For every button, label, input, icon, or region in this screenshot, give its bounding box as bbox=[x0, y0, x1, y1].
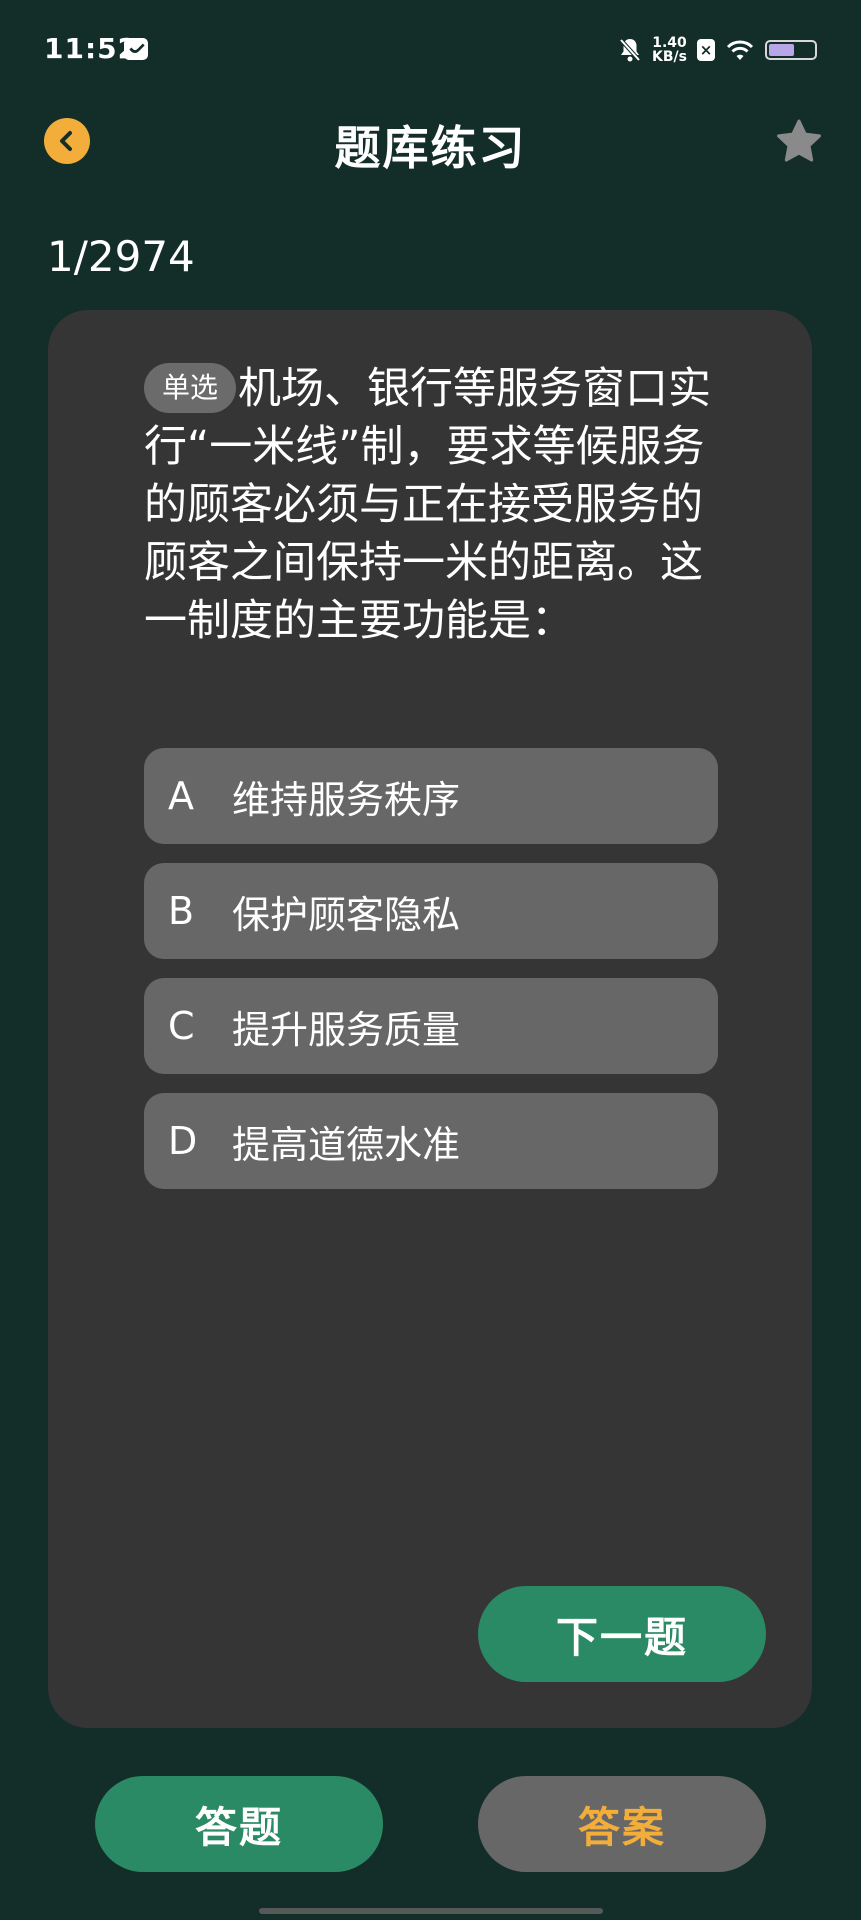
next-question-button[interactable]: 下一题 bbox=[478, 1586, 766, 1682]
option-c[interactable]: C 提升服务质量 bbox=[144, 978, 718, 1074]
page-title: 题库练习 bbox=[334, 121, 527, 175]
wifi-icon bbox=[726, 40, 754, 60]
option-b[interactable]: B 保护顾客隐私 bbox=[144, 863, 718, 959]
message-icon bbox=[124, 38, 148, 60]
question-type-badge: 单选 bbox=[144, 363, 237, 413]
option-text: 维持服务秩序 bbox=[232, 777, 461, 822]
option-text: 保护顾客隐私 bbox=[232, 892, 461, 937]
net-speed: 1.40 KB/s bbox=[652, 36, 687, 64]
header: 题库练习 bbox=[0, 108, 861, 180]
answer-mode-button[interactable]: 答题 bbox=[95, 1776, 383, 1872]
option-letter: A bbox=[168, 774, 194, 818]
option-letter: B bbox=[168, 889, 195, 933]
option-text: 提升服务质量 bbox=[232, 1007, 461, 1052]
home-indicator[interactable] bbox=[259, 1908, 603, 1914]
option-letter: C bbox=[168, 1004, 195, 1048]
battery-icon bbox=[765, 40, 817, 60]
sim-icon: × bbox=[697, 39, 715, 61]
option-a[interactable]: A 维持服务秩序 bbox=[144, 748, 718, 844]
question-text-block: 单选 机场、银行等服务窗口实行“一米线”制，要求等候服务的顾客必须与正在接受服务的… bbox=[144, 360, 729, 650]
net-speed-value: 1.40 bbox=[652, 35, 687, 51]
option-letter: D bbox=[168, 1119, 198, 1163]
net-speed-unit: KB/s bbox=[652, 49, 687, 65]
option-text: 提高道德水准 bbox=[232, 1122, 461, 1167]
question-card: 单选 机场、银行等服务窗口实行“一米线”制，要求等候服务的顾客必须与正在接受服务的… bbox=[48, 310, 812, 1728]
question-counter: 1/2974 bbox=[47, 232, 195, 281]
star-icon[interactable] bbox=[773, 116, 825, 168]
status-icons: 1.40 KB/s × bbox=[618, 34, 817, 66]
option-d[interactable]: D 提高道德水准 bbox=[144, 1093, 718, 1189]
battery-level bbox=[769, 44, 794, 56]
question-text: 机场、银行等服务窗口实行“一米线”制，要求等候服务的顾客必须与正在接受服务的顾客… bbox=[144, 364, 712, 646]
options-list: A 维持服务秩序 B 保护顾客隐私 C 提升服务质量 D 提高道德水准 bbox=[144, 748, 718, 1208]
status-bar: 11:52 1.40 KB/s × bbox=[0, 0, 861, 100]
solution-mode-button[interactable]: 答案 bbox=[478, 1776, 766, 1872]
mute-icon bbox=[619, 38, 641, 62]
